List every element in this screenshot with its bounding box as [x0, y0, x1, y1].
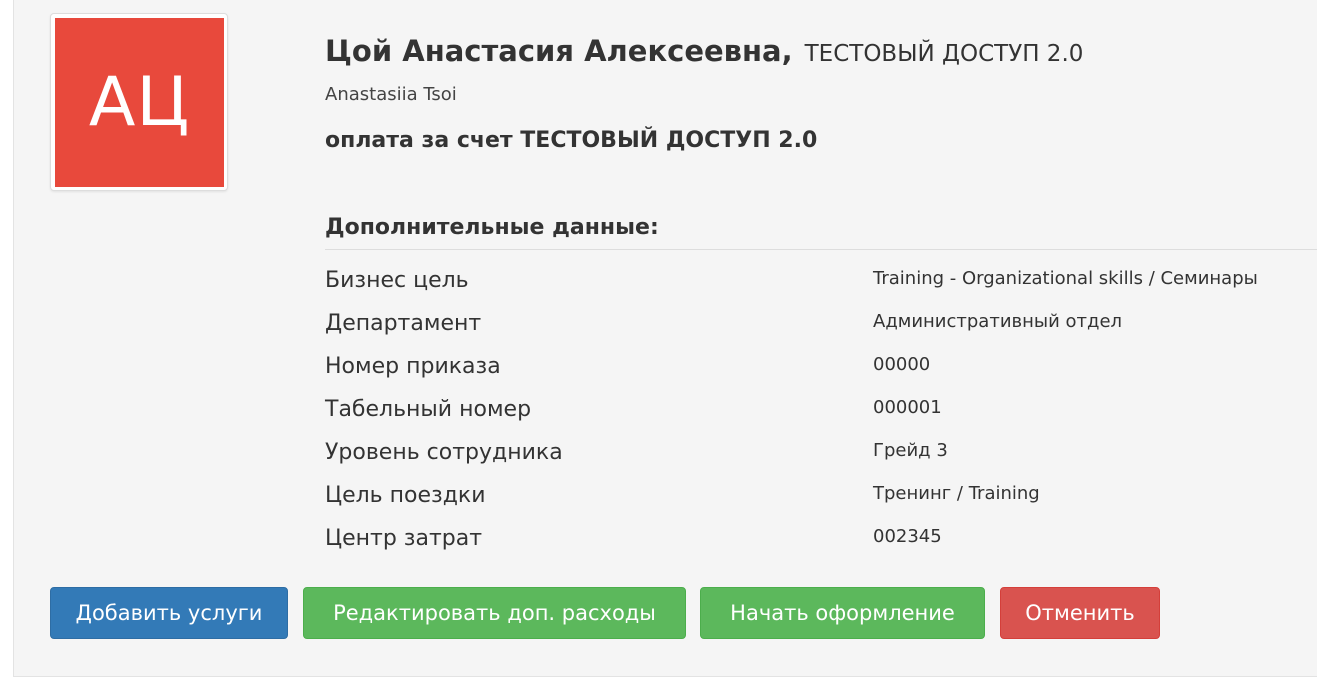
avatar-initials: АЦ: [88, 63, 191, 142]
additional-data-title: Дополнительные данные:: [325, 215, 659, 240]
data-row-employee-level: Уровень сотрудника Грейд 3: [325, 438, 1317, 481]
traveler-name: Цой Анастасия Алексеевна,: [325, 34, 793, 68]
data-row-order-number: Номер приказа 00000: [325, 352, 1317, 395]
row-value: Training - Organizational skills / Семин…: [873, 268, 1258, 289]
edit-expenses-button[interactable]: Редактировать доп. расходы: [303, 587, 686, 639]
data-row-cost-center: Центр затрат 002345: [325, 524, 1317, 567]
traveler-title: Цой Анастасия Алексеевна, ТЕСТОВЫЙ ДОСТУП…: [325, 34, 1083, 68]
section-divider: [325, 249, 1317, 250]
row-value: 00000: [873, 354, 931, 375]
row-value: Тренинг / Training: [873, 483, 1040, 504]
row-label: Департамент: [325, 311, 482, 336]
data-row-business-goal: Бизнес цель Training - Organizational sk…: [325, 266, 1317, 309]
data-row-department: Департамент Административный отдел: [325, 309, 1317, 352]
row-value: 000001: [873, 397, 942, 418]
traveler-latin-name: Anastasiia Tsoi: [325, 84, 457, 105]
row-label: Номер приказа: [325, 354, 501, 379]
data-row-employee-number: Табельный номер 000001: [325, 395, 1317, 438]
additional-data-list: Бизнес цель Training - Organizational sk…: [325, 266, 1317, 567]
start-booking-button[interactable]: Начать оформление: [700, 587, 985, 639]
row-label: Центр затрат: [325, 526, 483, 551]
row-label: Уровень сотрудника: [325, 440, 563, 465]
payment-info: оплата за счет ТЕСТОВЫЙ ДОСТУП 2.0: [325, 128, 818, 153]
cancel-button[interactable]: Отменить: [1000, 587, 1160, 639]
row-value: Грейд 3: [873, 440, 948, 461]
company-name: ТЕСТОВЫЙ ДОСТУП 2.0: [804, 41, 1084, 67]
add-services-button[interactable]: Добавить услуги: [50, 587, 288, 639]
row-value: 002345: [873, 526, 942, 547]
row-label: Цель поездки: [325, 483, 486, 508]
avatar: АЦ: [55, 18, 224, 187]
row-label: Бизнес цель: [325, 268, 469, 293]
data-row-trip-purpose: Цель поездки Тренинг / Training: [325, 481, 1317, 524]
row-label: Табельный номер: [325, 397, 532, 422]
row-value: Административный отдел: [873, 311, 1123, 332]
